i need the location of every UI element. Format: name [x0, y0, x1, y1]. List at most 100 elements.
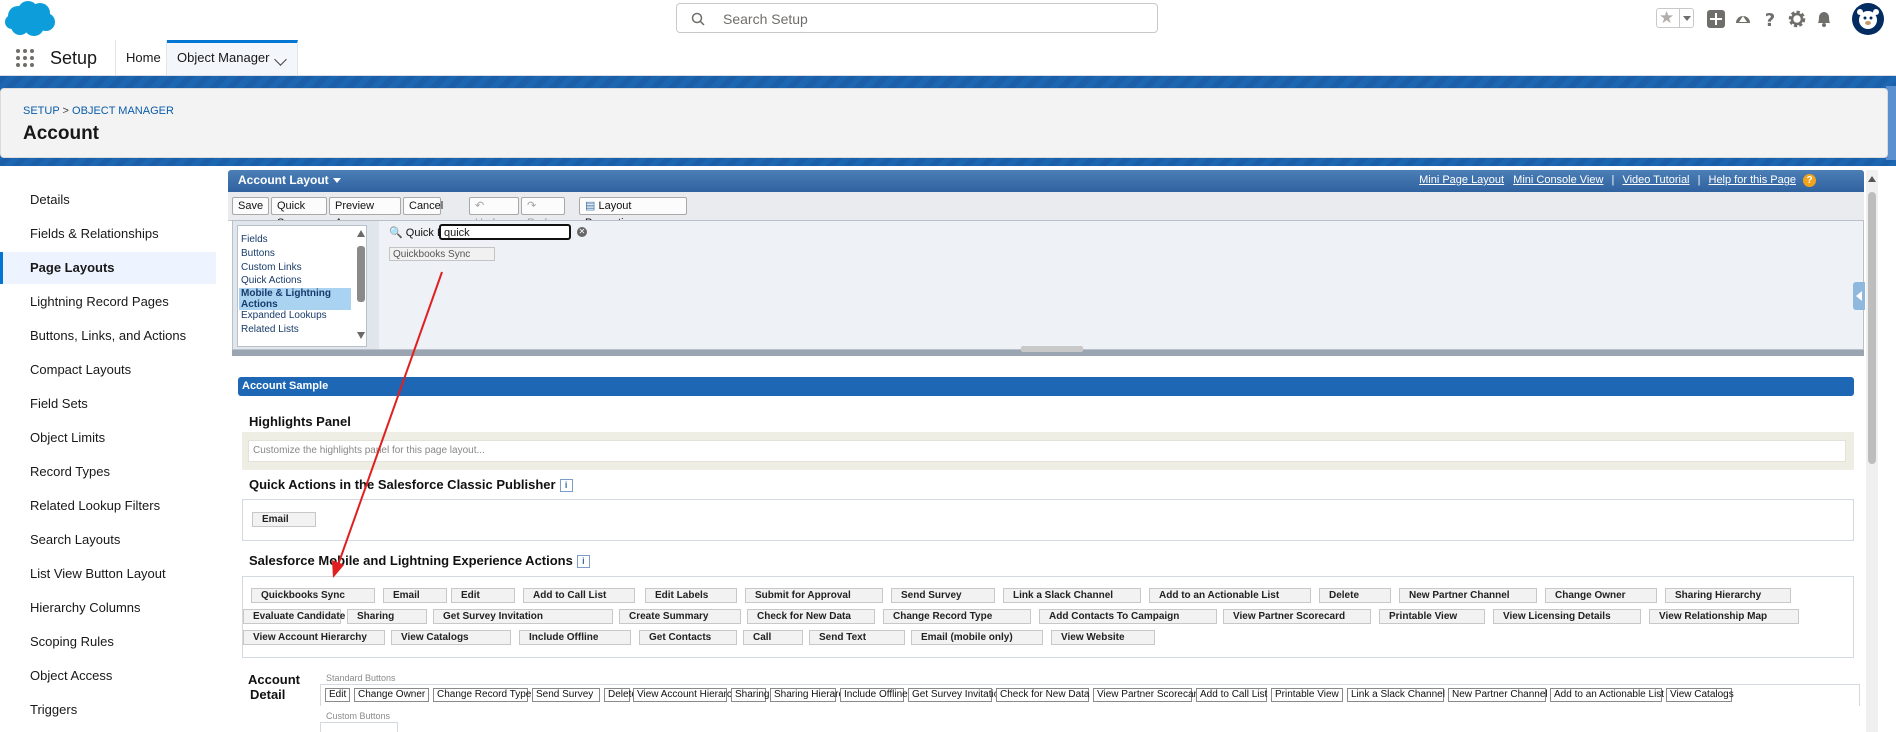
lightning-action-button[interactable]: Quickbooks Sync [251, 588, 375, 603]
layout-name-dropdown[interactable]: Account Layout [238, 173, 341, 187]
palette-category[interactable]: Quick Actions [241, 275, 302, 286]
sidebar-item[interactable]: Compact Layouts [0, 354, 216, 386]
lightning-action-button[interactable]: Sharing Hierarchy [1665, 588, 1791, 603]
palette-category[interactable]: Buttons [241, 248, 275, 259]
lightning-action-button[interactable]: Printable View [1379, 609, 1485, 624]
standard-button[interactable]: New Partner Channel [1448, 688, 1548, 702]
sidebar-item[interactable]: Scoping Rules [0, 626, 216, 658]
clear-search-icon[interactable]: ✕ [577, 227, 587, 237]
lightning-action-button[interactable]: Get Contacts [639, 630, 737, 645]
quick-save-button[interactable]: Quick Save [271, 197, 327, 229]
lightning-action-button[interactable]: Evaluate Candidate [243, 609, 345, 624]
standard-button[interactable]: Edit [325, 688, 350, 702]
standard-button[interactable]: Link a Slack Channel [1347, 688, 1445, 702]
classic-publisher-drop-zone[interactable]: Email [242, 499, 1854, 541]
lightning-action-button[interactable]: Delete [1319, 588, 1391, 603]
sidebar-item[interactable]: Object Access [0, 660, 216, 692]
lightning-action-button[interactable]: Email [383, 588, 447, 603]
lightning-actions-drop-zone[interactable]: Quickbooks Sync Email Edit Add to Call List… [242, 576, 1854, 658]
palette-collapse-handle[interactable] [1021, 346, 1083, 352]
cancel-button[interactable]: Cancel [403, 197, 443, 215]
lightning-action-button[interactable]: Change Owner [1545, 588, 1657, 603]
lightning-action-button[interactable]: New Partner Channel [1399, 588, 1537, 603]
scroll-up-icon[interactable] [357, 230, 365, 237]
lightning-action-button[interactable]: Edit Labels [645, 588, 737, 603]
canvas-scrollbar[interactable] [1866, 170, 1878, 732]
standard-button[interactable]: View Catalogs [1666, 688, 1734, 702]
layout-properties-button[interactable]: ▤ Layout Properties [579, 197, 687, 229]
sidebar-item[interactable]: List View Button Layout [0, 558, 216, 590]
palette-category[interactable]: Fields [241, 234, 268, 245]
breadcrumb-setup[interactable]: SETUP [23, 105, 59, 117]
undo-button[interactable]: ↶ Undo [469, 197, 519, 229]
sidebar-item[interactable]: Related Lookup Filters [0, 490, 216, 522]
mini-console-view-link[interactable]: Mini Console View [1513, 174, 1603, 186]
sidebar-item[interactable]: Buttons, Links, and Actions [0, 320, 216, 352]
standard-button[interactable]: Send Survey [532, 688, 600, 702]
lightning-action-button[interactable]: View Partner Scorecard [1223, 609, 1371, 624]
lightning-action-button[interactable]: Add to Call List [523, 588, 635, 603]
sidebar-item[interactable]: Fields & Relationships [0, 218, 216, 250]
standard-button[interactable]: Include Offline [840, 688, 908, 702]
user-avatar[interactable] [1852, 3, 1884, 35]
standard-button[interactable]: Add to Call List [1196, 688, 1267, 702]
sidebar-item[interactable]: Details [0, 184, 216, 216]
lightning-action-button[interactable]: Add to an Actionable List [1149, 588, 1311, 603]
palette-item-quickbooks-sync[interactable]: Quickbooks Sync [389, 247, 495, 261]
category-scrollbar[interactable] [357, 228, 366, 344]
standard-buttons-zone[interactable]: Edit Change Owner Change Record Type Send S… [320, 684, 1860, 706]
lightning-action-button[interactable]: Get Survey Invitation [433, 609, 613, 624]
search-setup-input[interactable]: Search Setup [676, 3, 1158, 33]
sidebar-item[interactable]: Lightning Record Pages [0, 286, 216, 318]
lightning-action-button[interactable]: Include Offline [519, 630, 631, 645]
sidebar-item[interactable]: Hierarchy Columns [0, 592, 216, 624]
sidebar-item[interactable]: Object Limits [0, 422, 216, 454]
sidebar-item[interactable]: Triggers [0, 694, 216, 726]
scroll-down-icon[interactable] [357, 332, 365, 339]
info-icon[interactable]: i [559, 479, 573, 493]
chevron-down-icon[interactable] [274, 53, 287, 66]
lightning-action-button[interactable]: Check for New Data [747, 609, 875, 624]
lightning-action-button[interactable]: Sharing [347, 609, 427, 624]
trailhead-guidance-icon[interactable] [1732, 8, 1754, 30]
standard-button[interactable]: Sharing Hierarchy [770, 688, 854, 702]
standard-button[interactable]: Get Survey Invitation [908, 688, 1005, 702]
palette-category[interactable]: Mobile & Lightning Actions [239, 288, 351, 310]
lightning-action-button[interactable]: Create Summary [619, 609, 741, 624]
help-icon[interactable]: ? [1759, 8, 1781, 30]
palette-category-list[interactable]: Fields Buttons Custom Links Quick Actions Mo… [237, 225, 367, 347]
highlights-panel[interactable]: Customize the highlights panel for this … [242, 432, 1854, 470]
info-icon[interactable]: i [576, 555, 590, 569]
lightning-action-button[interactable]: Change Record Type [883, 609, 1031, 624]
sidebar-item[interactable]: Record Types [0, 456, 216, 488]
notifications-bell-icon[interactable] [1813, 8, 1835, 30]
salesforce-logo[interactable] [4, 0, 56, 38]
lightning-action-button[interactable]: View Relationship Map [1649, 609, 1799, 624]
standard-button[interactable]: Change Record Type [433, 688, 531, 702]
standard-button[interactable]: Change Owner [354, 688, 429, 702]
favorites-button[interactable]: ★ [1656, 8, 1694, 28]
lightning-action-button[interactable]: View Catalogs [391, 630, 511, 645]
mini-page-layout-link[interactable]: Mini Page Layout [1419, 174, 1504, 186]
collapse-panel-tab[interactable] [1853, 282, 1865, 310]
breadcrumb-object-manager[interactable]: OBJECT MANAGER [72, 105, 174, 117]
highlights-panel-placeholder[interactable]: Customize the highlights panel for this … [248, 440, 1846, 462]
standard-button[interactable]: Sharing [731, 688, 769, 702]
scroll-up-icon[interactable] [1868, 176, 1876, 182]
lightning-action-button[interactable]: View Licensing Details [1493, 609, 1641, 624]
help-question-icon[interactable]: ? [1803, 174, 1816, 187]
lightning-action-button[interactable]: Send Survey [891, 588, 995, 603]
video-tutorial-link[interactable]: Video Tutorial [1622, 174, 1689, 186]
lightning-action-button[interactable]: Email (mobile only) [911, 630, 1043, 645]
standard-button[interactable]: Printable View [1271, 688, 1343, 702]
tab-home[interactable]: Home [115, 40, 167, 75]
tab-object-manager[interactable]: Object Manager [167, 40, 298, 75]
setup-gear-icon[interactable] [1786, 8, 1808, 30]
global-actions-plus-icon[interactable] [1705, 8, 1727, 30]
save-button[interactable]: Save [232, 197, 269, 226]
favorites-dropdown-icon[interactable] [1679, 9, 1694, 27]
sidebar-item[interactable]: Search Layouts [0, 524, 216, 556]
lightning-action-button[interactable]: Add Contacts To Campaign [1039, 609, 1217, 624]
preview-as-button[interactable]: Preview As... [329, 197, 401, 229]
standard-button[interactable]: Add to an Actionable List [1550, 688, 1664, 702]
